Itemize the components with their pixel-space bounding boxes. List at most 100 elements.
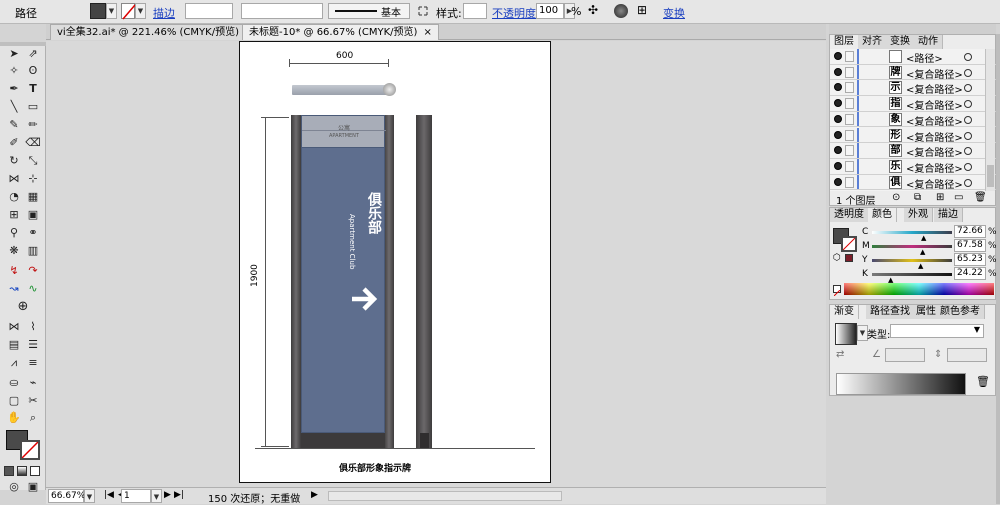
stroke-dropdown[interactable]: ▼	[135, 3, 146, 19]
layer-row[interactable]: 形 <复合路径>	[830, 127, 996, 144]
artboard-tool-icon[interactable]: ▢	[6, 394, 22, 408]
gradient-angle-field[interactable]	[885, 348, 925, 362]
gradient-preview-swatch[interactable]	[835, 323, 857, 345]
eye-icon[interactable]	[834, 52, 842, 60]
chart-tool-icon[interactable]: ▤	[6, 338, 22, 352]
rectangle-tool-icon[interactable]: ▭	[25, 100, 41, 114]
stroke-color-swatch[interactable]	[121, 3, 136, 20]
gradient-aspect-field[interactable]	[947, 348, 987, 362]
tab-color[interactable]: 颜色	[868, 208, 897, 222]
fill-dropdown[interactable]: ▼	[106, 3, 117, 19]
scale-tool-icon[interactable]: ⤡	[25, 154, 41, 168]
status-menu-icon[interactable]: ▶	[311, 490, 318, 500]
out-of-gamut-swatch[interactable]	[845, 254, 853, 262]
eye-icon[interactable]	[834, 114, 842, 123]
artboard[interactable]: 600 1900 公寓 APARTMENT 俱乐部 Apartment Club…	[239, 41, 551, 483]
opacity-link[interactable]: 不透明度	[492, 5, 536, 21]
knife-tool-icon[interactable]: ✂	[25, 394, 41, 408]
line-tool-icon[interactable]: ╲	[6, 100, 22, 114]
rotate-tool-icon[interactable]: ↻	[6, 154, 22, 168]
eye-icon[interactable]	[834, 83, 842, 92]
none-mode-icon[interactable]	[30, 466, 40, 476]
eye-icon[interactable]	[834, 130, 842, 139]
target-icon[interactable]	[964, 115, 972, 124]
recolor-artwork-icon[interactable]: ✣	[588, 3, 608, 19]
symbol-sprayer-tool-icon[interactable]: ❋	[6, 244, 22, 258]
magenta-value[interactable]: 67.58	[954, 239, 986, 252]
layer-row[interactable]: 牌 <复合路径>	[830, 64, 996, 81]
cyan-value[interactable]: 72.66	[954, 225, 986, 238]
zoom-tool-icon[interactable]: ⌕	[25, 411, 41, 425]
target-icon[interactable]	[964, 147, 972, 156]
eraser-tool-icon[interactable]: ⌫	[25, 136, 41, 150]
stroke-link[interactable]: 描边	[153, 5, 175, 21]
target-icon[interactable]	[964, 53, 972, 61]
tab-color-guide[interactable]: 颜色参考	[936, 305, 985, 319]
brush-definition[interactable]: 基本	[328, 3, 410, 19]
tab-transform[interactable]: 变换	[886, 35, 915, 49]
color-mode-icon[interactable]	[4, 466, 14, 476]
page-field[interactable]: 1	[121, 489, 151, 503]
free-transform-tool-icon[interactable]: ⊹	[25, 172, 41, 186]
target-icon[interactable]	[964, 178, 972, 187]
tab-stroke[interactable]: 描边	[934, 208, 963, 222]
black-value[interactable]: 24.22	[954, 267, 986, 280]
magic-wand-tool-icon[interactable]: ✧	[6, 64, 22, 78]
new-sublayer-icon[interactable]: ⊞	[936, 192, 944, 203]
layers-scrollbar[interactable]	[985, 49, 995, 191]
tab-pathfinder[interactable]: 路径查找	[866, 305, 915, 319]
tab-vi-collection[interactable]: vi全集32.ai* @ 221.46% (CMYK/预览)×	[50, 24, 261, 40]
target-icon[interactable]	[964, 68, 972, 77]
eye-icon[interactable]	[834, 146, 842, 155]
variable-width-field[interactable]	[241, 3, 323, 19]
graphic-style-swatch[interactable]	[463, 3, 487, 19]
tab-transparency[interactable]: 透明度	[830, 208, 869, 222]
slider-handle-icon[interactable]: ▲	[921, 234, 926, 242]
screen-mode-icon[interactable]: ▣	[25, 480, 41, 494]
paint-bucket-tool-icon[interactable]: ⛀	[6, 376, 22, 390]
vector-curve-tool-icon[interactable]: ↷	[25, 264, 41, 278]
column-graph-tool-icon[interactable]: ▥	[25, 244, 41, 258]
color-stroke-swatch[interactable]	[841, 236, 857, 252]
gradient-mode-icon[interactable]	[17, 466, 27, 476]
type-tool-icon[interactable]: T	[25, 82, 41, 96]
target-icon[interactable]	[964, 131, 972, 140]
layer-row[interactable]: <路径>	[830, 49, 996, 65]
warp-tool-icon[interactable]: ⌇	[25, 320, 41, 334]
layer-row[interactable]: 指 <复合路径>	[830, 96, 996, 112]
target-icon[interactable]	[964, 162, 972, 171]
black-slider[interactable]	[872, 273, 952, 276]
lasso-tool-icon[interactable]: ʘ	[25, 64, 41, 78]
tab-actions[interactable]: 动作	[914, 35, 943, 49]
delete-layer-icon[interactable]: 🗑	[974, 192, 987, 203]
horizontal-scrollbar[interactable]	[328, 491, 562, 501]
slider-handle-icon[interactable]: ▲	[918, 262, 923, 270]
blend-tool-icon[interactable]: ⚭	[25, 226, 41, 240]
opacity-field[interactable]: 100	[536, 3, 564, 19]
list-tool-icon[interactable]: ≡	[25, 356, 41, 370]
tab-layers[interactable]: 图层	[830, 35, 859, 49]
eyedropper-tool-icon[interactable]: ⚲	[6, 226, 22, 240]
make-clipping-mask-icon[interactable]: ⧉	[914, 192, 921, 203]
gradient-tool-icon[interactable]: ▣	[25, 208, 41, 222]
width-tool-icon[interactable]: ⋈	[6, 172, 22, 186]
eye-icon[interactable]	[834, 177, 842, 186]
first-page-icon[interactable]: |◀	[104, 490, 114, 500]
last-page-icon[interactable]: ▶|	[174, 490, 184, 500]
color-spectrum[interactable]	[844, 283, 994, 295]
vector-wave-tool-icon[interactable]: ∿	[25, 282, 41, 296]
close-icon[interactable]: ×	[423, 27, 431, 38]
page-dropdown[interactable]: ▼	[151, 489, 162, 503]
zoom-dropdown[interactable]: ▼	[84, 489, 95, 503]
layer-row[interactable]: 示 <复合路径>	[830, 80, 996, 96]
eye-icon[interactable]	[834, 99, 842, 108]
eye-icon[interactable]	[834, 67, 842, 76]
new-layer-icon[interactable]: ▭	[954, 192, 963, 203]
crosshair-tool-icon[interactable]: ⊕	[15, 300, 31, 314]
shape-builder-tool-icon[interactable]: ◔	[6, 190, 22, 204]
slice-tool-icon[interactable]: ⌁	[25, 376, 41, 390]
vector-brush-tool-icon[interactable]: ↯	[6, 264, 22, 278]
layer-row[interactable]: 俱 <复合路径>	[830, 174, 996, 191]
slider-handle-icon[interactable]: ▲	[920, 248, 925, 256]
stroke-swatch[interactable]	[20, 440, 40, 460]
